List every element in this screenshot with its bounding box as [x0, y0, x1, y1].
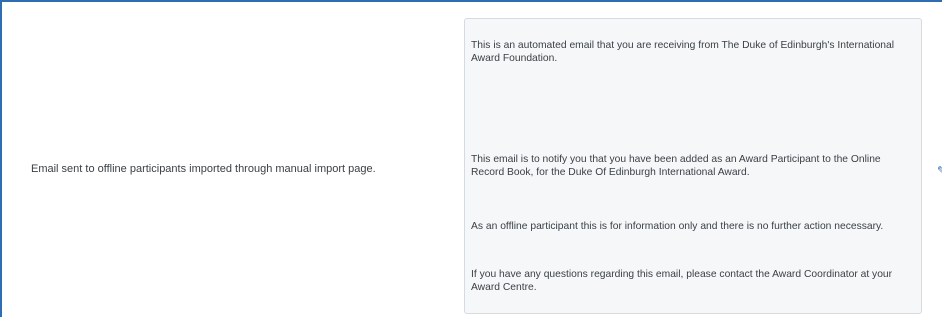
email-preview-box: This is an automated email that you are … — [464, 18, 922, 314]
row-description: Email sent to offline participants impor… — [31, 163, 376, 175]
edit-icon[interactable]: ✎ — [937, 166, 942, 176]
email-paragraph-contact: If you have any questions regarding this… — [471, 269, 893, 293]
email-paragraph-intro: This is an automated email that you are … — [471, 40, 895, 64]
email-paragraph-notification: This email is to notify you that you hav… — [471, 154, 881, 178]
email-paragraph-offline-info: As an offline participant this is for in… — [471, 221, 884, 232]
